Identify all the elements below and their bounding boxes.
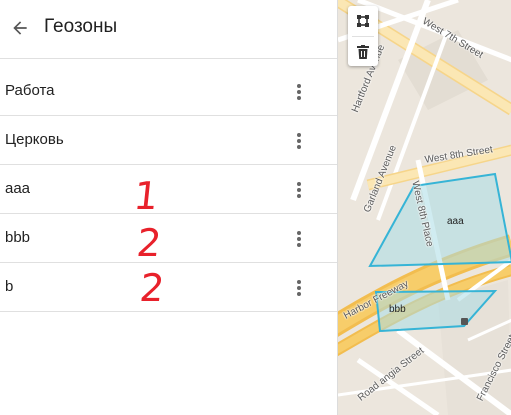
draw-polygon-button[interactable] [348, 6, 378, 36]
more-vert-icon [297, 133, 301, 149]
zone-row-b[interactable]: b [0, 264, 337, 312]
more-vert-icon [297, 84, 301, 100]
more-vert-icon [297, 231, 301, 247]
draw-polygon-icon [357, 15, 369, 27]
zone-name: Церковь [5, 131, 64, 148]
map-draw-toolbar [348, 6, 378, 66]
arrow-left-icon [13, 21, 27, 35]
zone-menu-button[interactable] [287, 178, 311, 202]
zone-name: bbb [5, 229, 31, 246]
map-view[interactable]: West 7th Street Hartford Avenue West 8th… [337, 0, 511, 415]
zone-row-bbb[interactable]: bbb [0, 215, 337, 263]
zone-name: b [5, 278, 14, 295]
zone-name: aaa [5, 180, 31, 197]
zone-menu-button[interactable] [287, 227, 311, 251]
geofences-panel: Геозоны Работа Церковь aaa bbb b 1 2 2 [0, 0, 337, 415]
geofence-label-aaa: aaa [447, 216, 464, 227]
zone-menu-button[interactable] [287, 129, 311, 153]
zone-row-aaa[interactable]: aaa [0, 166, 337, 214]
trash-icon [357, 45, 369, 59]
back-button[interactable] [6, 14, 34, 42]
zone-name: Работа [5, 82, 55, 99]
page-title: Геозоны [44, 16, 118, 37]
more-vert-icon [297, 182, 301, 198]
handwritten-annotation: 1 [131, 174, 161, 218]
handwritten-annotation: 2 [134, 221, 164, 265]
zone-row-tserkov[interactable]: Церковь [0, 117, 337, 165]
zone-menu-button[interactable] [287, 80, 311, 104]
delete-button[interactable] [348, 37, 378, 67]
more-vert-icon [297, 280, 301, 296]
header: Геозоны [0, 0, 337, 59]
geofence-label-bbb: bbb [389, 304, 406, 315]
zone-menu-button[interactable] [287, 276, 311, 300]
zone-row-rabota[interactable]: Работа [0, 68, 337, 116]
handwritten-annotation: 2 [137, 266, 167, 310]
